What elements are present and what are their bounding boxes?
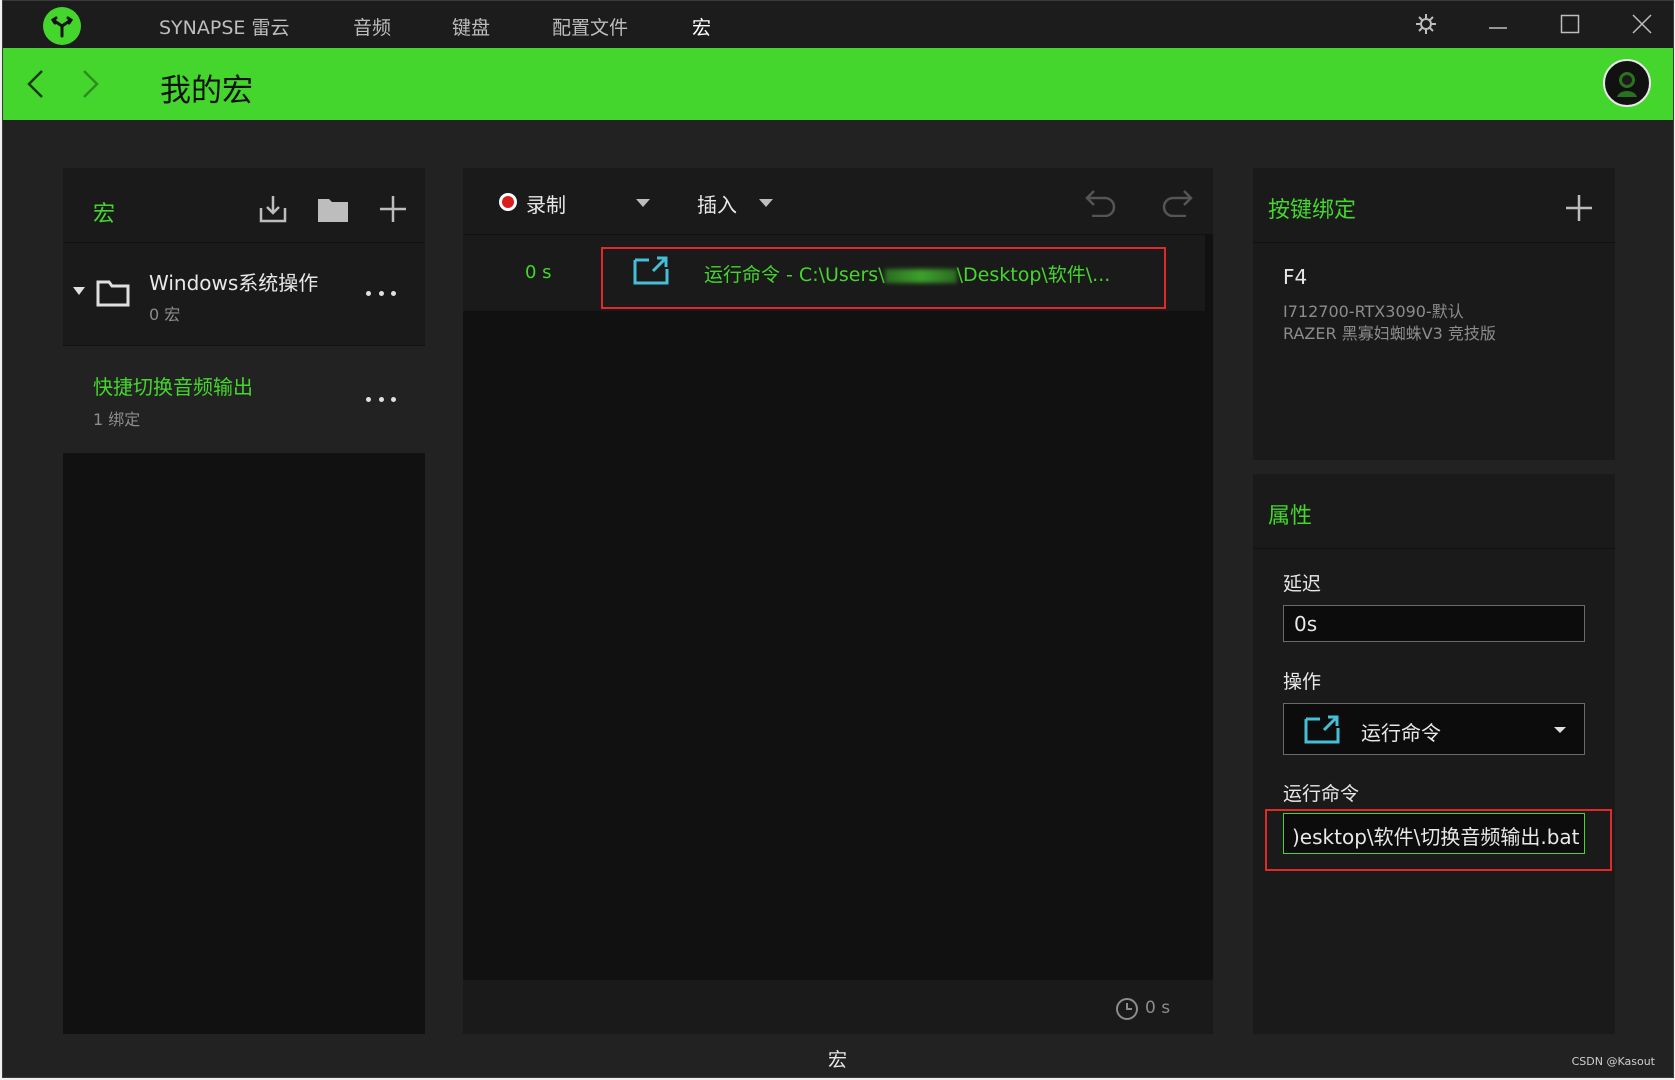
page-title: 我的宏: [160, 73, 253, 109]
page-header: 我的宏: [3, 48, 1673, 120]
binding-key: F4: [1283, 265, 1308, 289]
title-bar: SYNAPSE 雷云 音频 键盘 配置文件 宏: [3, 1, 1673, 48]
delay-label: 延迟: [1283, 573, 1322, 595]
action-select[interactable]: 运行命令: [1283, 703, 1585, 755]
macro-bindings-count: 1 绑定: [93, 410, 141, 429]
clock-icon: [1114, 996, 1140, 1022]
redo-icon[interactable]: [1159, 184, 1195, 220]
forward-arrow-icon[interactable]: [75, 66, 107, 102]
record-dropdown-icon[interactable]: [633, 196, 653, 210]
folder-more-icon[interactable]: [366, 283, 396, 303]
binding-device: RAZER 黑寡妇蜘蛛V3 竞技版: [1283, 324, 1496, 343]
bindings-title: 按键绑定: [1268, 198, 1357, 223]
record-button[interactable]: 录制: [526, 189, 566, 218]
insert-button[interactable]: 插入: [697, 189, 737, 218]
highlight-box-command: [1265, 809, 1612, 871]
properties-body: 延迟 0s 操作 运行命令 运行命令 )esktop\软件\切换音频输出.bat: [1253, 549, 1615, 1034]
delay-value: 0s: [1294, 612, 1318, 636]
macro-list-panel: 宏 Windows系统操作 0 宏 快捷切换音频输出 1 绑定: [63, 168, 425, 1034]
razer-logo-icon[interactable]: [43, 7, 81, 45]
properties-header: 属性: [1253, 474, 1615, 548]
action-label: 操作: [1283, 671, 1322, 693]
undo-icon[interactable]: [1083, 184, 1119, 220]
add-binding-plus-icon[interactable]: [1563, 192, 1595, 224]
watermark: CSDN @Kasout: [1571, 1055, 1655, 1068]
folder-name: Windows系统操作: [149, 271, 319, 295]
key-bindings-panel: 按键绑定 F4 I712700-RTX3090-默认 RAZER 黑寡妇蜘蛛V3…: [1253, 168, 1615, 460]
macro-editor-panel: 录制 插入 0 s 运行命令 - C:\Users\ \Desktop\软件\..…: [463, 168, 1213, 1034]
status-bar: 宏 CSDN @Kasout: [3, 1035, 1673, 1077]
binding-entry[interactable]: F4 I712700-RTX3090-默认 RAZER 黑寡妇蜘蛛V3 竞技版: [1253, 243, 1615, 460]
macro-name: 快捷切换音频输出: [93, 375, 253, 399]
action-value: 运行命令: [1361, 721, 1441, 745]
add-macro-plus-icon[interactable]: [376, 192, 410, 226]
highlight-box-step: [601, 247, 1166, 309]
settings-gear-icon[interactable]: [1409, 9, 1443, 39]
back-arrow-icon[interactable]: [19, 66, 51, 102]
delay-input[interactable]: 0s: [1283, 605, 1585, 642]
collapse-triangle-icon[interactable]: [71, 283, 87, 299]
binding-profile: I712700-RTX3090-默认: [1283, 302, 1464, 321]
properties-title: 属性: [1268, 504, 1313, 529]
folder-icon[interactable]: [316, 192, 350, 226]
action-dropdown-icon[interactable]: [1552, 724, 1568, 736]
folder-count: 0 宏: [149, 305, 181, 324]
nav-keyboard[interactable]: 键盘: [452, 13, 490, 40]
properties-panel: 属性 延迟 0s 操作 运行命令 运行命令 )esktop\软件\切换音频输出.…: [1253, 474, 1615, 1034]
total-time: 0 s: [1145, 998, 1171, 1018]
user-avatar[interactable]: [1603, 59, 1651, 107]
status-label: 宏: [828, 1049, 848, 1071]
maximize-icon[interactable]: [1553, 9, 1587, 39]
nav-macro[interactable]: 宏: [692, 13, 711, 40]
nav-profiles[interactable]: 配置文件: [552, 13, 628, 40]
nav-audio[interactable]: 音频: [353, 13, 391, 40]
folder-outline-icon: [95, 278, 131, 308]
macro-more-icon[interactable]: [366, 389, 396, 409]
macro-row-selected[interactable]: 快捷切换音频输出 1 绑定: [63, 346, 425, 453]
command-label: 运行命令: [1283, 783, 1360, 805]
run-command-icon: [1304, 714, 1340, 744]
step-time: 0 s: [525, 262, 552, 283]
app-window: SYNAPSE 雷云 音频 键盘 配置文件 宏 我的宏 宏 Windows系统操…: [2, 0, 1674, 1078]
bindings-header: 按键绑定: [1253, 168, 1615, 242]
record-dot-icon[interactable]: [499, 193, 517, 211]
folder-row[interactable]: Windows系统操作 0 宏: [63, 243, 425, 345]
nav-synapse[interactable]: SYNAPSE 雷云: [159, 13, 289, 40]
macro-panel-title: 宏: [93, 202, 116, 227]
editor-footer: 0 s: [463, 980, 1213, 1034]
close-icon[interactable]: [1625, 9, 1659, 39]
import-icon[interactable]: [256, 192, 290, 226]
insert-dropdown-icon[interactable]: [756, 196, 776, 210]
minimize-icon[interactable]: [1481, 9, 1515, 39]
macro-panel-header: 宏: [63, 168, 425, 242]
editor-toolbar: 录制 插入: [463, 168, 1213, 234]
